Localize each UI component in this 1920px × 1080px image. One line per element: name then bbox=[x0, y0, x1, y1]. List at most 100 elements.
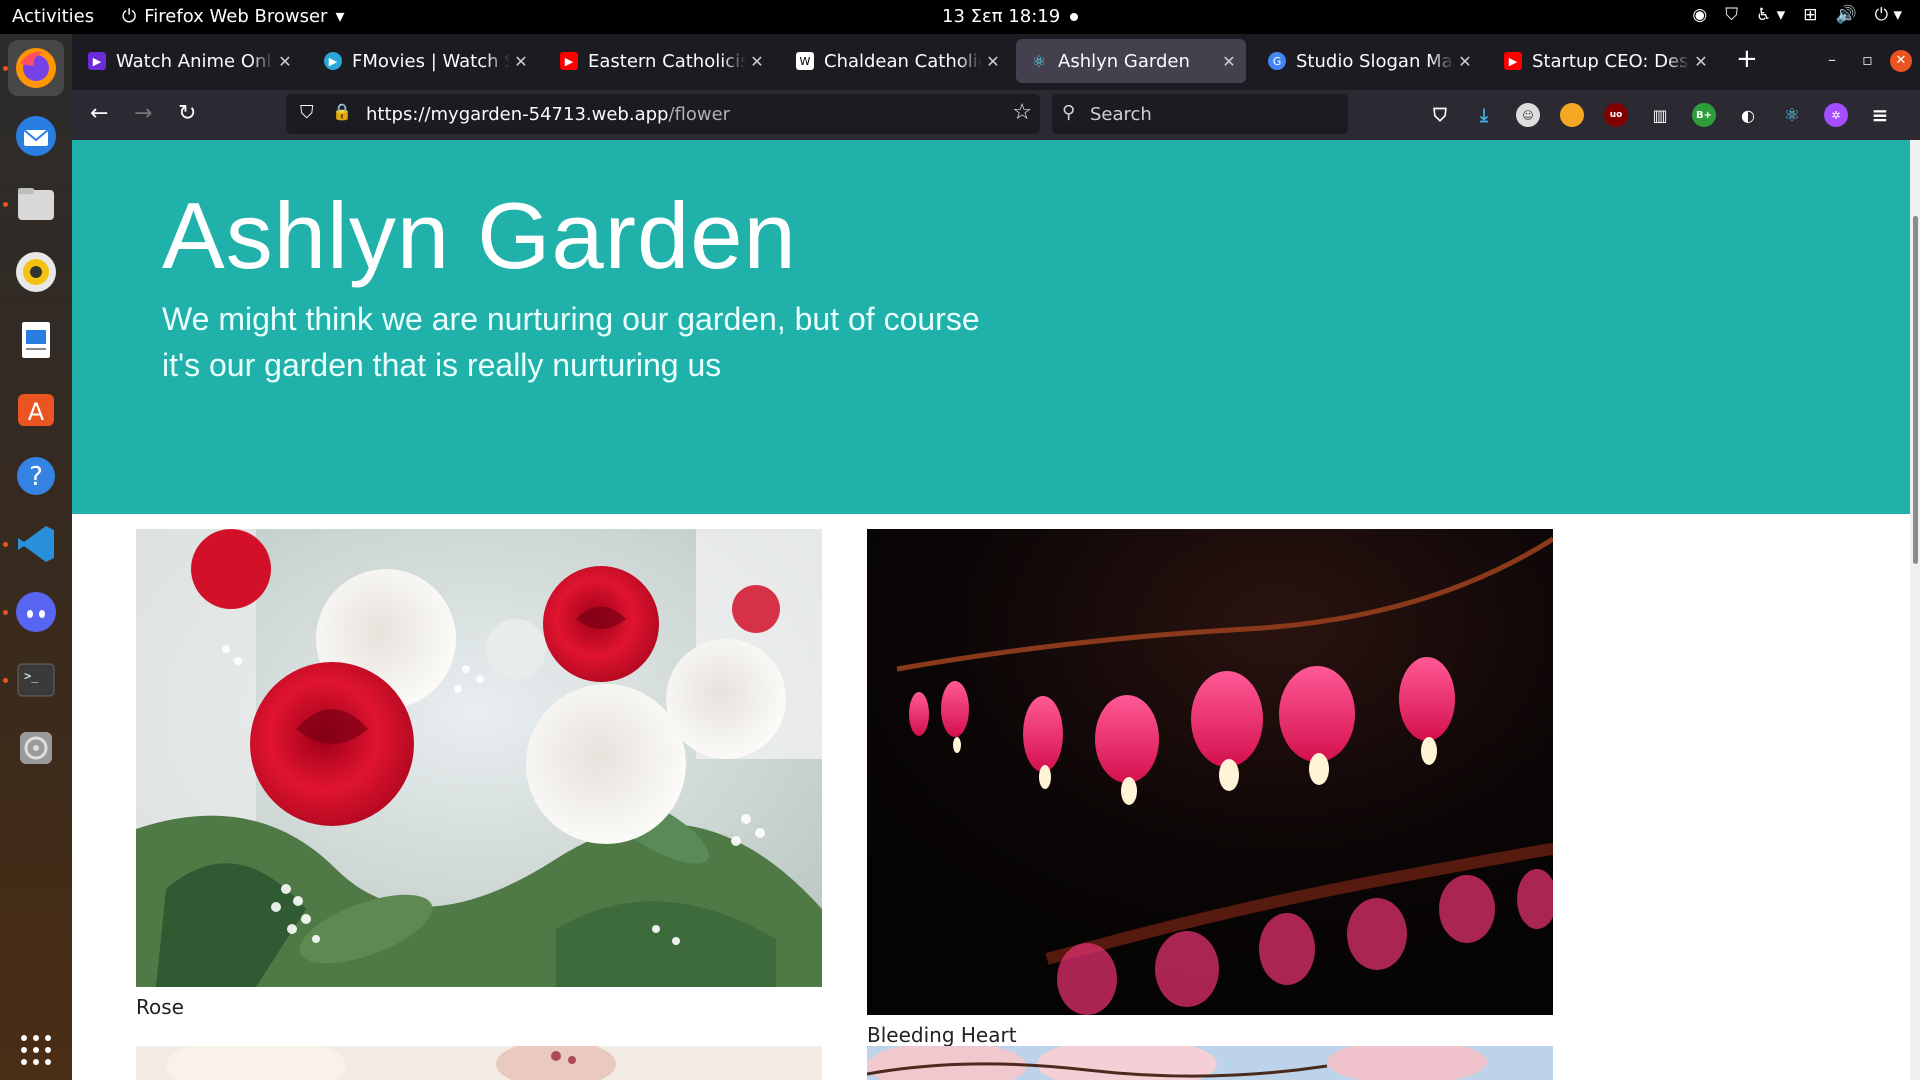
running-indicator bbox=[3, 678, 8, 683]
extension-purple-icon[interactable]: ✲ bbox=[1824, 103, 1848, 127]
close-icon[interactable]: ✕ bbox=[982, 52, 1004, 71]
url-text[interactable]: https://mygarden-54713.web.app/flower bbox=[366, 104, 730, 125]
search-placeholder: Search bbox=[1090, 104, 1152, 125]
url-host: https://mygarden-54713.web.app bbox=[366, 104, 669, 125]
tab-chaldean-catholic[interactable]: W Chaldean Catholic Church ✕ bbox=[782, 39, 1010, 83]
tab-strip: ▶ Watch Anime Online ✕ ▶ FMovies | Watch… bbox=[72, 34, 1920, 90]
tab-watch-anime[interactable]: ▶ Watch Anime Online ✕ bbox=[74, 39, 302, 83]
hero-banner: Ashlyn Garden We might think we are nurt… bbox=[72, 140, 1910, 514]
firefox-dock-icon[interactable] bbox=[8, 40, 64, 96]
clock-label: 13 Σεπ 18:19 bbox=[942, 6, 1061, 27]
writer-dock-icon[interactable] bbox=[8, 312, 64, 368]
terminal-dock-icon[interactable]: >_ bbox=[8, 652, 64, 708]
rose-image[interactable] bbox=[136, 529, 822, 987]
bleeding-heart-image[interactable] bbox=[867, 529, 1553, 1015]
firefox-small-icon: ⏻ bbox=[122, 6, 137, 27]
running-indicator bbox=[3, 610, 8, 615]
close-icon[interactable]: ✕ bbox=[1690, 52, 1712, 71]
flower-card-bleeding-heart[interactable]: Bleeding Heart bbox=[867, 529, 1553, 1047]
tracking-shield-icon[interactable]: ⛉ bbox=[300, 102, 314, 123]
extension-face-icon[interactable]: ☺ bbox=[1516, 103, 1540, 127]
lock-icon[interactable]: 🔒 bbox=[332, 102, 352, 121]
navigation-toolbar: ← → ↻ ⛉ 🔒 https://mygarden-54713.web.app… bbox=[72, 90, 1920, 140]
address-bar[interactable]: ⛉ 🔒 https://mygarden-54713.web.app/flowe… bbox=[286, 94, 1040, 134]
files-dock-icon[interactable] bbox=[8, 176, 64, 232]
search-bar[interactable]: ⚲ Search bbox=[1052, 94, 1348, 134]
extension-bars-icon[interactable]: ▥ bbox=[1648, 103, 1672, 127]
chevron-down-icon: ▾ bbox=[335, 6, 345, 27]
system-top-bar: Activities ⏻ Firefox Web Browser ▾ 13 Σε… bbox=[0, 0, 1920, 34]
close-icon[interactable]: ✕ bbox=[1218, 52, 1240, 71]
disc-dock-icon[interactable] bbox=[8, 720, 64, 776]
download-icon[interactable]: ⤓ bbox=[1472, 103, 1496, 127]
fmovies-icon: ▶ bbox=[324, 52, 342, 70]
software-dock-icon[interactable]: A bbox=[8, 380, 64, 436]
activities-button[interactable]: Activities bbox=[12, 6, 94, 27]
scrollbar[interactable] bbox=[1910, 140, 1920, 1080]
flower-image-partial[interactable] bbox=[136, 1046, 822, 1080]
rhythmbox-dock-icon[interactable] bbox=[8, 244, 64, 300]
shield-tray-icon[interactable]: ⛉ bbox=[1725, 5, 1738, 25]
extension-ghost-icon[interactable]: ◐ bbox=[1736, 103, 1760, 127]
flower-card-rose[interactable]: Rose bbox=[136, 529, 822, 1019]
dock: A ? >_ bbox=[0, 34, 72, 1080]
help-dock-icon[interactable]: ? bbox=[8, 448, 64, 504]
window-close-button[interactable]: ✕ bbox=[1890, 50, 1912, 72]
tab-studio-slogan[interactable]: G Studio Slogan Maker ✕ bbox=[1254, 39, 1482, 83]
google-icon: G bbox=[1268, 52, 1286, 70]
page-title: Ashlyn Garden bbox=[162, 183, 797, 288]
extension-b-plus-icon[interactable]: B+ bbox=[1692, 103, 1716, 127]
close-icon[interactable]: ✕ bbox=[510, 52, 532, 71]
react-icon: ⚛ bbox=[1031, 51, 1047, 71]
url-path: /flower bbox=[668, 104, 731, 125]
reload-icon[interactable]: ↻ bbox=[178, 101, 196, 126]
maximize-icon[interactable]: ▫ bbox=[1862, 50, 1873, 69]
power-icon[interactable]: ⏻ ▾ bbox=[1875, 5, 1902, 25]
discord-dock-icon[interactable] bbox=[8, 584, 64, 640]
forward-arrow-icon[interactable]: → bbox=[134, 101, 152, 126]
flower-card-next-2[interactable] bbox=[867, 1046, 1553, 1080]
react-devtools-icon[interactable]: ⚛ bbox=[1780, 103, 1804, 127]
back-arrow-icon[interactable]: ← bbox=[90, 101, 108, 126]
scrollbar-thumb[interactable] bbox=[1913, 216, 1918, 564]
system-tray[interactable]: ◉ ⛉ ♿ ▾ ⊞ 🔊 ⏻ ▾ bbox=[1692, 5, 1902, 25]
discord-tray-icon[interactable]: ◉ bbox=[1692, 5, 1707, 25]
minimize-icon[interactable]: – bbox=[1828, 50, 1836, 69]
new-tab-button[interactable]: + bbox=[1736, 44, 1758, 74]
hamburger-menu-icon[interactable]: ≡ bbox=[1868, 103, 1892, 127]
volume-icon[interactable]: 🔊 bbox=[1835, 5, 1856, 25]
tab-label: Watch Anime Online bbox=[116, 50, 274, 72]
close-icon[interactable]: ✕ bbox=[1454, 52, 1476, 71]
pocket-icon[interactable]: ⛉ bbox=[1428, 103, 1452, 127]
app-menu-label: Firefox Web Browser bbox=[144, 6, 328, 27]
youtube-icon: ▶ bbox=[560, 52, 578, 70]
flower-card-next-1[interactable] bbox=[136, 1046, 822, 1080]
extension-egg-icon[interactable] bbox=[1560, 103, 1584, 127]
running-indicator bbox=[3, 66, 8, 71]
accessibility-icon[interactable]: ♿ ▾ bbox=[1756, 5, 1785, 25]
flower-image-partial[interactable] bbox=[867, 1046, 1553, 1080]
tab-fmovies[interactable]: ▶ FMovies | Watch Super ✕ bbox=[310, 39, 538, 83]
tab-ashlyn-garden[interactable]: ⚛ Ashlyn Garden ✕ bbox=[1016, 39, 1246, 83]
vscode-dock-icon[interactable] bbox=[8, 516, 64, 572]
clock[interactable]: 13 Σεπ 18:19 bbox=[942, 6, 1079, 27]
svg-text:?: ? bbox=[29, 462, 43, 492]
tab-startup-ceo[interactable]: ▶ Startup CEO: Design ✕ bbox=[1490, 39, 1718, 83]
notification-dot bbox=[1070, 13, 1079, 21]
tab-label: Startup CEO: Design bbox=[1532, 50, 1690, 72]
play-icon: ▶ bbox=[88, 52, 106, 70]
close-icon[interactable]: ✕ bbox=[274, 52, 296, 71]
app-menu[interactable]: ⏻ Firefox Web Browser ▾ bbox=[122, 6, 345, 27]
network-icon[interactable]: ⊞ bbox=[1803, 5, 1817, 25]
ublock-icon[interactable]: uo bbox=[1604, 103, 1628, 127]
svg-text:A: A bbox=[28, 398, 45, 426]
tab-label: FMovies | Watch Super bbox=[352, 50, 510, 72]
thunderbird-dock-icon[interactable] bbox=[8, 108, 64, 164]
tab-label: Eastern Catholicism bbox=[588, 50, 746, 72]
show-apps-icon[interactable] bbox=[8, 1022, 64, 1078]
close-icon[interactable]: ✕ bbox=[746, 52, 768, 71]
bookmark-star-icon[interactable]: ☆ bbox=[1012, 100, 1032, 125]
tab-eastern-catholicism[interactable]: ▶ Eastern Catholicism ✕ bbox=[546, 39, 774, 83]
tab-label: Chaldean Catholic Church bbox=[824, 50, 982, 72]
youtube-icon: ▶ bbox=[1504, 52, 1522, 70]
